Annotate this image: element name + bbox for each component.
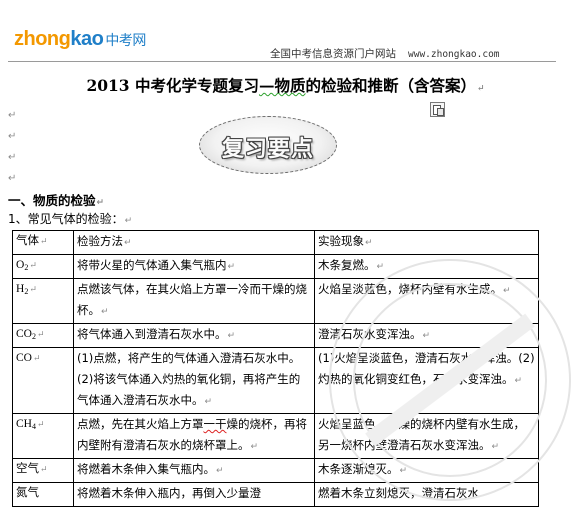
method-cell: 将燃着木条伸入瓶内，再倒入少量澄 <box>73 482 315 507</box>
logo-text-kao: kao <box>70 28 104 50</box>
table-row: O2↵ 将带火星的气体通入集气瓶内↵ 木条复燃。↵ <box>12 254 539 279</box>
gas-cell: CH4↵ <box>12 413 74 459</box>
title-part-2: 的检验和推断（含答案） <box>305 76 477 95</box>
logo-text-zhong: zhong <box>14 28 71 50</box>
method-cell: 将带火星的气体通入集气瓶内↵ <box>73 254 315 279</box>
site-slogan: 全国中考信息资源门户网站 <box>270 48 396 60</box>
table-header-cell: 检验方法↵ <box>73 230 315 255</box>
table-row: 空气↵ 将燃着木条伸入集气瓶内。↵ 木条逐渐熄灭。↵ <box>12 458 539 483</box>
table-row: H2↵ 点燃该气体，在其火焰上方罩一冷而干燥的烧杯。↵ 火焰呈淡蓝色，烧杯内壁有… <box>12 278 539 324</box>
gas-cell: CO↵ <box>12 347 74 414</box>
gas-cell: 氮气 <box>12 482 74 507</box>
method-cell: 点燃该气体，在其火焰上方罩一冷而干燥的烧杯。↵ <box>73 278 315 324</box>
table-row: CO↵ (1)点燃，将产生的气体通入澄清石灰水中。(2)将该气体通入灼热的氧化铜… <box>12 347 539 414</box>
paragraph-mark-icon: ↵ <box>8 110 17 121</box>
phenomenon-cell: 木条逐渐熄灭。↵ <box>314 458 539 483</box>
logo-text-cn: 中考网 <box>105 32 146 48</box>
gas-cell: CO2↵ <box>12 323 74 348</box>
gas-detection-table: 气体↵ 检验方法↵ 实验现象↵ O2↵ 将带火星的气体通入集气瓶内↵ 木条复燃。… <box>12 230 539 507</box>
paste-options-icon[interactable] <box>430 102 445 117</box>
review-points-badge: 复习要点 <box>199 116 337 174</box>
subsection-heading: 1、常见气体的检验：↵ <box>8 210 132 227</box>
title-grammar-flagged[interactable]: —物质 <box>259 76 306 95</box>
phenomenon-cell: (1)火焰呈淡蓝色，澄清石灰水变浑浊。(2)灼热的氧化铜变红色，石灰水变浑浊。↵ <box>314 347 539 414</box>
phenomenon-cell: 火焰呈蓝色，干燥的烧杯内壁有水生成，另一烧杯内壁澄清石灰水变浑浊。↵ <box>314 413 539 459</box>
phenomenon-cell: 木条复燃。↵ <box>314 254 539 279</box>
paragraph-mark-icon: ↵ <box>8 152 17 163</box>
header-divider <box>8 61 556 62</box>
page-header: zhongkao 中考网 全国中考信息资源门户网站 www.zhongkao.com <box>0 0 571 62</box>
section-heading: 一、物质的检验↵ <box>8 190 104 209</box>
method-cell: (1)点燃，将产生的气体通入澄清石灰水中。(2)将该气体通入灼热的氧化铜，再将产… <box>73 347 315 414</box>
gas-cell: H2↵ <box>12 278 74 324</box>
paragraph-mark-icon: ↵ <box>8 131 17 142</box>
site-url[interactable]: www.zhongkao.com <box>408 49 500 60</box>
phenomenon-cell: 火焰呈淡蓝色，烧杯内壁有水生成。↵ <box>314 278 539 324</box>
spellcheck-flagged-text[interactable]: 一干 <box>204 417 227 431</box>
paragraph-mark-icon: ↵ <box>124 216 133 226</box>
gas-cell: 空气↵ <box>12 458 74 483</box>
phenomenon-cell: 澄清石灰水变浑浊。↵ <box>314 323 539 348</box>
method-cell: 将燃着木条伸入集气瓶内。↵ <box>73 458 315 483</box>
document-title: 2013 中考化学专题复习—物质的检验和推断（含答案）↵ <box>0 74 571 96</box>
table-row: CO2↵ 将气体通入到澄清石灰水中。↵ 澄清石灰水变浑浊。↵ <box>12 323 539 348</box>
table-header-cell: 实验现象↵ <box>314 230 539 255</box>
table-row: 氮气 将燃着木条伸入瓶内，再倒入少量澄 燃着木条立刻熄灭，澄清石灰水 <box>12 482 539 507</box>
section-heading-text: 一、物质的检验 <box>8 193 96 208</box>
paragraph-mark-icon: ↵ <box>96 198 105 208</box>
paragraph-mark-icon: ↵ <box>477 84 485 94</box>
header-site-info: 全国中考信息资源门户网站 www.zhongkao.com <box>270 46 500 61</box>
zhongkao-logo[interactable]: zhongkao 中考网 <box>14 28 146 51</box>
method-cell: 将气体通入到澄清石灰水中。↵ <box>73 323 315 348</box>
table-header-row: 气体↵ 检验方法↵ 实验现象↵ <box>12 230 539 255</box>
paragraph-mark-icon: ↵ <box>8 173 17 184</box>
table-row: CH4↵ 点燃，先在其火焰上方罩一干燥的烧杯，再将内壁附有澄清石灰水的烧杯罩上。… <box>12 413 539 459</box>
subsection-heading-text: 1、常见气体的检验： <box>8 212 124 226</box>
phenomenon-cell: 燃着木条立刻熄灭，澄清石灰水 <box>314 482 539 507</box>
review-points-label: 复习要点 <box>221 137 314 162</box>
method-cell: 点燃，先在其火焰上方罩一干燥的烧杯，再将内壁附有澄清石灰水的烧杯罩上。↵ <box>73 413 315 459</box>
title-part-1: 2013 中考化学专题复习 <box>86 76 259 95</box>
table-header-cell: 气体↵ <box>12 230 74 255</box>
gas-cell: O2↵ <box>12 254 74 279</box>
